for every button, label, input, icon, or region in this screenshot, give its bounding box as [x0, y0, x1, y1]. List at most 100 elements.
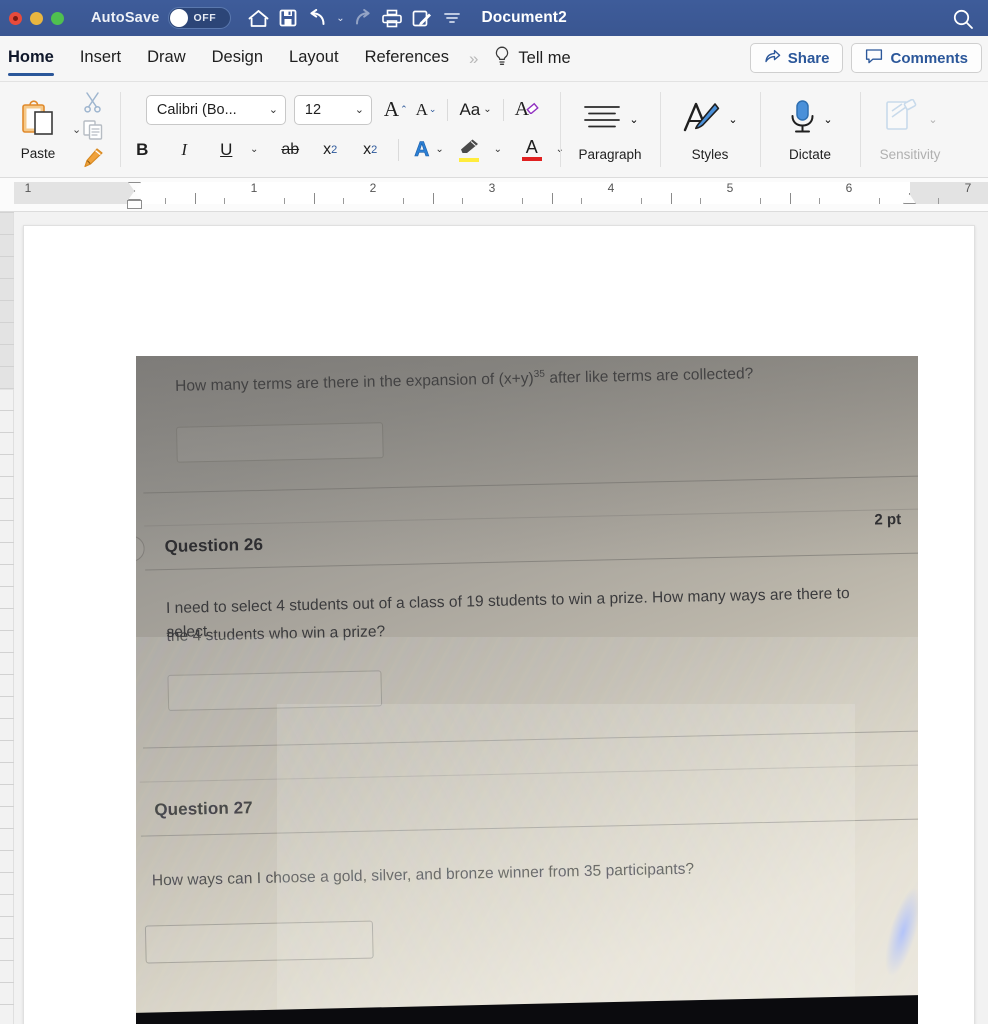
tab-home[interactable]: Home: [8, 42, 54, 76]
ribbon-group-dictate[interactable]: ⌄ Dictate: [760, 82, 860, 177]
title-bar: AutoSave OFF ⌄ Document2: [0, 0, 988, 36]
tab-insert[interactable]: Insert: [80, 42, 121, 76]
vruler-tick: [0, 476, 14, 477]
copy-button[interactable]: [82, 117, 104, 143]
font-size-value: 12: [304, 101, 322, 118]
photo-top-shading: [136, 356, 918, 571]
print-icon[interactable]: [377, 4, 407, 32]
ruler-tick-minor: [700, 198, 702, 204]
tab-draw[interactable]: Draw: [147, 42, 186, 76]
divider: [502, 98, 504, 121]
ruler-tick-minor: [878, 198, 880, 204]
redo-icon[interactable]: [347, 4, 377, 32]
paste-dropdown-icon[interactable]: ⌄: [72, 123, 81, 136]
quick-access-toolbar[interactable]: ⌄: [243, 4, 467, 32]
search-icon[interactable]: [950, 6, 976, 32]
chevron-down-icon[interactable]: ⌄: [728, 113, 737, 126]
font-color-swatch: [521, 157, 542, 161]
undo-icon[interactable]: [303, 4, 333, 32]
bold-button[interactable]: B: [128, 135, 156, 165]
divider: [447, 98, 449, 121]
embedded-quiz-photo[interactable]: How many terms are there in the expansio…: [136, 356, 918, 1024]
cut-button[interactable]: [82, 89, 103, 115]
vruler-tick: [0, 366, 14, 367]
ruler-tick-minor: [164, 198, 166, 204]
home-icon[interactable]: [243, 4, 273, 32]
change-case-button[interactable]: Aa ⌄: [455, 95, 495, 125]
vruler-tick: [0, 300, 14, 301]
horizontal-ruler[interactable]: 1 2 3 4 5 6 7 1: [0, 178, 988, 212]
tab-overflow-icon[interactable]: »: [469, 49, 479, 69]
ruler-left-margin: [14, 182, 135, 204]
autosave-toggle[interactable]: OFF: [168, 7, 232, 29]
ribbon-group-paragraph[interactable]: ⌄ Paragraph: [560, 82, 660, 177]
minimize-window-button[interactable]: [30, 11, 43, 25]
subscript-button[interactable]: x2: [316, 135, 344, 165]
ruler-track: 1 2 3 4 5 6 7 1: [14, 181, 988, 204]
share-button[interactable]: Share: [749, 43, 844, 73]
maximize-window-button[interactable]: [51, 11, 64, 25]
vruler-tick: [0, 608, 14, 609]
font-size-combobox[interactable]: 12 ⌄: [293, 94, 372, 125]
save-icon[interactable]: [273, 4, 303, 32]
window-controls[interactable]: [9, 11, 64, 25]
autosave-toggle-knob: [170, 9, 189, 27]
ruler-tick-minor: [402, 198, 404, 204]
autosave-label: AutoSave: [91, 10, 160, 26]
chevron-down-icon: ⌄: [483, 104, 492, 115]
comments-button[interactable]: Comments: [851, 43, 982, 73]
close-window-button[interactable]: [9, 11, 22, 25]
chevron-down-icon[interactable]: ⌄: [823, 113, 832, 126]
vruler-tick: [0, 740, 14, 741]
superscript-button[interactable]: x2: [356, 135, 384, 165]
document-workspace[interactable]: How many terms are there in the expansio…: [14, 212, 988, 1024]
customize-toolbar-icon[interactable]: [437, 4, 467, 32]
underline-dropdown-icon[interactable]: ⌄: [240, 135, 268, 165]
font-color-button[interactable]: A: [518, 135, 546, 165]
share-label: Share: [787, 49, 830, 67]
eraser-icon: [526, 100, 540, 119]
ribbon-group-sensitivity[interactable]: ⌄ Sensitivity: [860, 82, 960, 177]
clear-formatting-button[interactable]: A: [511, 95, 544, 125]
tell-me-label: Tell me: [518, 49, 571, 67]
vruler-tick: [0, 344, 14, 345]
markup-icon[interactable]: [407, 4, 437, 32]
ruler-tick-minor: [343, 198, 345, 204]
ruler-tick-minor: [938, 198, 940, 204]
left-indent-marker[interactable]: [127, 200, 142, 209]
ruler-right-margin: [910, 182, 988, 204]
tab-references[interactable]: References: [365, 42, 449, 76]
ruler-tick-minor: [819, 198, 821, 204]
vruler-top-margin: [0, 212, 13, 390]
text-effects-button[interactable]: A ⌄: [410, 135, 448, 165]
ribbon-group-styles[interactable]: ⌄ Styles: [660, 82, 760, 177]
vertical-ruler[interactable]: [0, 212, 14, 1024]
format-painter-button[interactable]: [81, 145, 104, 171]
superscript-index: 2: [371, 143, 378, 156]
chevron-down-icon[interactable]: ⌄: [928, 113, 937, 126]
strikethrough-button[interactable]: ab: [276, 135, 304, 165]
vruler-tick: [0, 652, 14, 653]
text-highlight-button[interactable]: [454, 135, 484, 165]
shrink-font-button[interactable]: A ⌄: [412, 95, 441, 125]
ruler-number: 1: [250, 181, 258, 195]
vruler-tick: [0, 960, 14, 961]
chevron-down-icon[interactable]: ⌄: [629, 113, 638, 126]
underline-button[interactable]: U: [212, 135, 240, 165]
font-name-combobox[interactable]: Calibri (Bo... ⌄: [145, 94, 286, 125]
tab-design[interactable]: Design: [212, 42, 263, 76]
tab-layout[interactable]: Layout: [289, 42, 339, 76]
vruler-tick: [0, 916, 14, 917]
undo-dropdown-icon[interactable]: ⌄: [333, 13, 347, 24]
paste-button[interactable]: Paste: [4, 99, 72, 161]
comments-label: Comments: [890, 49, 968, 67]
highlight-dropdown-icon[interactable]: ⌄: [484, 135, 512, 165]
grow-font-button[interactable]: A ⌃: [380, 95, 412, 125]
comment-icon: [865, 48, 883, 68]
tell-me-button[interactable]: Tell me: [494, 46, 571, 71]
document-page[interactable]: How many terms are there in the expansio…: [23, 225, 975, 1024]
vruler-tick: [0, 982, 14, 983]
vruler-tick: [0, 212, 14, 213]
vruler-tick: [0, 850, 14, 851]
italic-button[interactable]: I: [170, 135, 198, 165]
